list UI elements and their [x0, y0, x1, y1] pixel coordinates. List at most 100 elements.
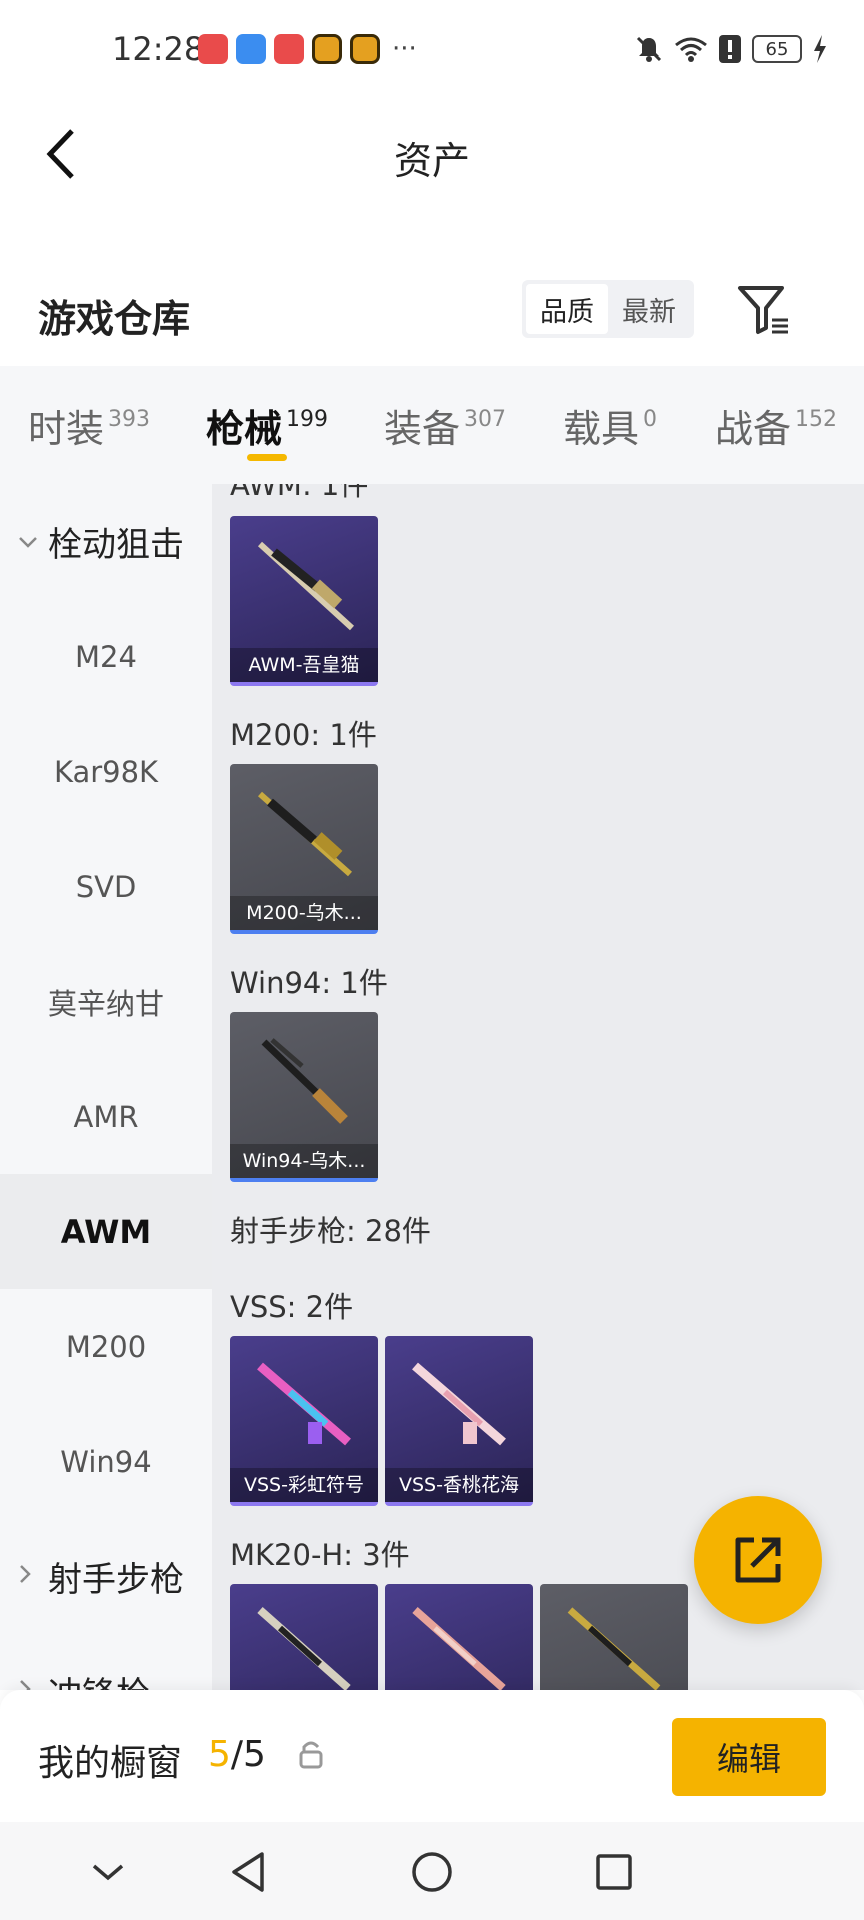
- share-icon: [735, 1537, 781, 1583]
- tab-count: 307: [464, 407, 507, 432]
- status-bar: 12:28 ··· 65: [0, 0, 864, 100]
- sort-by-newest-button[interactable]: 最新: [608, 284, 690, 334]
- huawei-app-icon: [198, 34, 228, 64]
- system-status: 65: [634, 34, 828, 64]
- item-name: M200-乌木...: [230, 896, 378, 930]
- item-card[interactable]: M200-乌木...: [230, 764, 378, 934]
- item-name: VSS-彩虹符号: [230, 1468, 378, 1502]
- rifle-icon: [257, 1362, 351, 1446]
- wifi-icon: [675, 37, 707, 62]
- collapse-button[interactable]: [80, 1844, 136, 1900]
- filter-button[interactable]: [736, 284, 792, 336]
- page-title: 资产: [393, 139, 470, 183]
- section-header-win94: Win94: 1件: [230, 966, 388, 1000]
- sidebar-group-bolt-action[interactable]: 栓动狙击: [0, 484, 212, 599]
- chevron-right-icon: [18, 1679, 38, 1690]
- game-app-icon: [312, 34, 342, 64]
- status-time: 12:28: [112, 30, 205, 68]
- rifle-icon: [412, 1362, 506, 1446]
- item-card[interactable]: [230, 1584, 378, 1690]
- tab-count: 152: [795, 407, 838, 432]
- system-navigation: [0, 1822, 864, 1920]
- item-card[interactable]: VSS-香桃花海: [385, 1336, 533, 1506]
- showcase-separator: /: [230, 1734, 244, 1775]
- sniper-rifle-icon: [257, 541, 355, 631]
- sidebar-item-amr[interactable]: AMR: [0, 1059, 212, 1174]
- home-icon: [412, 1852, 452, 1892]
- item-card[interactable]: Win94-乌木...: [230, 1012, 378, 1182]
- battery-icon: 65: [752, 35, 802, 63]
- game-app-icon: [350, 34, 380, 64]
- nav-header: 资产: [0, 100, 864, 210]
- tab-label: 载具: [563, 407, 640, 451]
- alert-icon: [719, 35, 741, 63]
- tab-label: 装备: [384, 407, 461, 451]
- showcase-count: 5/5: [208, 1734, 266, 1775]
- sidebar-group-label: 冲锋枪: [48, 1667, 150, 1690]
- sidebar-group-marksman[interactable]: 射手步枪: [0, 1519, 212, 1634]
- system-back-button[interactable]: [220, 1844, 276, 1900]
- more-notifications: ···: [392, 34, 417, 64]
- recents-button[interactable]: [586, 1844, 642, 1900]
- share-button[interactable]: [694, 1496, 822, 1624]
- chevron-right-icon: [18, 1564, 38, 1589]
- section-header-mk20h: MK20-H: 3件: [230, 1538, 410, 1572]
- tab-equipment[interactable]: 装备 307: [384, 398, 506, 453]
- sort-by-quality-button[interactable]: 品质: [526, 284, 608, 334]
- notification-icons: ···: [198, 34, 417, 64]
- lock-icon: [299, 1741, 323, 1769]
- item-card[interactable]: [385, 1584, 533, 1690]
- sidebar-item-m200[interactable]: M200: [0, 1289, 212, 1404]
- back-icon: [232, 1852, 264, 1892]
- filter-icon: [738, 286, 788, 334]
- item-name: Win94-乌木...: [230, 1144, 378, 1178]
- sidebar-item-kar98k[interactable]: Kar98K: [0, 714, 212, 829]
- sidebar-group-smg[interactable]: 冲锋枪: [0, 1634, 212, 1690]
- showcase-label: 我的橱窗: [38, 1743, 183, 1784]
- section-header-marksman: 射手步枪: 28件: [230, 1214, 431, 1248]
- section-header-awm: AWM: 1件: [230, 484, 369, 502]
- home-button[interactable]: [404, 1844, 460, 1900]
- tab-label: 战备: [715, 407, 792, 451]
- item-card[interactable]: VSS-彩虹符号: [230, 1336, 378, 1506]
- sidebar-item-m24[interactable]: M24: [0, 599, 212, 714]
- item-card[interactable]: AWM-吾皇猫: [230, 516, 378, 686]
- category-tabs: 时装 393 枪械 199 装备 307 载具 0 战备 152: [0, 366, 864, 484]
- edit-button[interactable]: 编辑: [672, 1718, 826, 1796]
- tab-battle-gear[interactable]: 战备 152: [715, 398, 837, 453]
- tab-label: 枪械: [206, 407, 283, 451]
- sniper-rifle-icon: [258, 791, 352, 877]
- sidebar-item-mosin[interactable]: 莫辛纳甘: [0, 944, 212, 1059]
- lever-rifle-icon: [261, 1038, 348, 1124]
- weapon-type-sidebar: 栓动狙击 M24 Kar98K SVD 莫辛纳甘 AMR AWM M200 Wi…: [0, 484, 212, 1690]
- item-name: VSS-香桃花海: [385, 1468, 533, 1502]
- rifle-icon: [412, 1607, 506, 1690]
- section-header-m200: M200: 1件: [230, 718, 377, 752]
- item-card[interactable]: [540, 1584, 688, 1690]
- repository-title: 游戏仓库: [38, 297, 191, 341]
- rifle-icon: [567, 1607, 661, 1690]
- rifle-icon: [257, 1607, 351, 1690]
- sidebar-item-win94[interactable]: Win94: [0, 1404, 212, 1519]
- item-name: AWM-吾皇猫: [230, 648, 378, 682]
- chevron-down-icon: [18, 530, 38, 554]
- active-tab-indicator: [247, 454, 287, 461]
- sidebar-group-label: 射手步枪: [48, 1560, 184, 1600]
- recents-icon: [596, 1854, 632, 1890]
- tab-count: 0: [643, 407, 658, 432]
- showcase-current: 5: [208, 1734, 231, 1775]
- section-header-vss: VSS: 2件: [230, 1290, 354, 1324]
- tab-count: 393: [108, 407, 151, 432]
- tab-vehicles[interactable]: 载具 0: [563, 398, 657, 453]
- tab-costume[interactable]: 时装 393: [28, 398, 150, 453]
- sidebar-item-awm[interactable]: AWM: [0, 1174, 212, 1289]
- sidebar-group-label: 栓动狙击: [48, 525, 184, 565]
- sort-toggle: 品质 最新: [522, 280, 694, 338]
- collapse-icon: [92, 1864, 124, 1881]
- huawei-app-icon: [274, 34, 304, 64]
- tab-firearms[interactable]: 枪械 199: [206, 398, 328, 453]
- tab-label: 时装: [28, 407, 105, 451]
- showcase-bar: 我的橱窗 5/5 编辑: [0, 1690, 864, 1822]
- sidebar-item-svd[interactable]: SVD: [0, 829, 212, 944]
- mute-icon: [636, 36, 662, 62]
